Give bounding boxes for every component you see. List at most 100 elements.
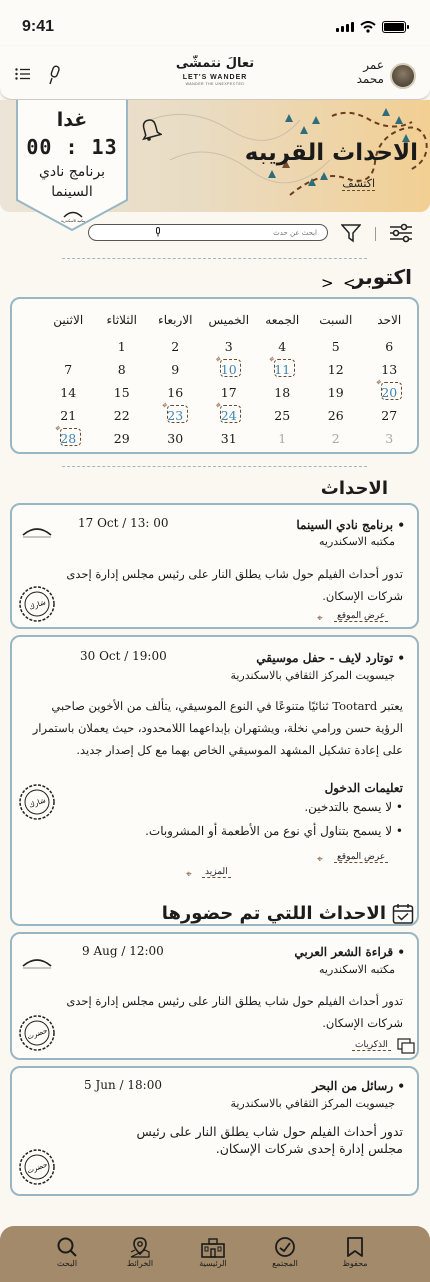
calendar-day[interactable]: 22: [95, 408, 149, 423]
calendar-week-row: 3 2 1 31 30 29 28 ⌖: [16, 424, 417, 446]
calendar-day[interactable]: 2: [149, 339, 203, 354]
event-day-marker: [380, 382, 402, 400]
month-prev-button[interactable]: <: [343, 274, 356, 292]
month-next-button[interactable]: >: [321, 274, 334, 292]
event-card[interactable]: برنامج نادي السينما مكتبه الاسكندريه 17 …: [10, 503, 419, 629]
sliders-icon[interactable]: [389, 223, 413, 243]
search-input[interactable]: [88, 224, 328, 241]
calendar-day[interactable]: 14: [42, 385, 96, 400]
calendar-day[interactable]: 2: [309, 431, 363, 446]
calendar-day[interactable]: 8: [95, 362, 149, 377]
event-date: 5 Jun / 18:00: [84, 1078, 162, 1092]
participate-stamp-icon[interactable]: شارك: [18, 783, 56, 821]
filter-icon[interactable]: [341, 223, 361, 243]
event-day-marker: [166, 405, 188, 423]
map-pin-icon: ⌖: [317, 613, 323, 624]
map-pin-icon: [130, 1237, 150, 1258]
calendar-day[interactable]: 3: [363, 431, 417, 446]
map-pin-icon: ⌖: [375, 378, 381, 388]
nav-maps[interactable]: الخرائط: [115, 1236, 165, 1268]
event-venue: جيسويت المركز الثقافي بالاسكندرية: [230, 669, 395, 682]
event-date: 30 Oct / 19:00: [80, 649, 167, 663]
calendar-day[interactable]: 18: [256, 385, 310, 400]
nav-label: المجتمع: [272, 1259, 298, 1268]
event-date: 17 Oct / 13: 00: [78, 516, 169, 530]
view-location-button[interactable]: عرض الموقع: [334, 611, 389, 622]
attended-stamp-icon: حضرت: [19, 1149, 55, 1185]
view-location-button[interactable]: عرض الموقع: [334, 852, 389, 863]
event-venue: مكتبه الاسكندريه: [319, 535, 395, 548]
calendar-day[interactable]: 20 ⌖: [363, 378, 417, 400]
calendar-day[interactable]: 31: [202, 431, 256, 446]
countdown-badge[interactable]: غدا 00 : 13 برنامج نادي السينما مكتبة ال…: [16, 100, 128, 232]
calendar-day[interactable]: 25: [256, 408, 310, 423]
attended-section-title: الاحداث اللتي تم حضورها: [161, 903, 386, 924]
attended-event-card[interactable]: رسائل من البحر جيسويت المركز الثقافي بال…: [10, 1066, 419, 1196]
nav-community[interactable]: المجتمع: [260, 1236, 310, 1268]
calendar-day[interactable]: 1: [95, 339, 149, 354]
event-date: 9 Aug / 12:00: [82, 944, 164, 958]
nav-search[interactable]: البحث: [42, 1236, 92, 1268]
calendar-day[interactable]: 27: [363, 408, 417, 423]
calendar-day[interactable]: 13: [363, 362, 417, 377]
calendar-day[interactable]: 12: [309, 362, 363, 377]
calendar-day[interactable]: 30: [149, 431, 203, 446]
calendar-day[interactable]: 10 ⌖: [202, 355, 256, 377]
event-title: رسائل من البحر: [312, 1079, 405, 1093]
memories-button[interactable]: الذكريات: [352, 1040, 391, 1051]
calendar-day[interactable]: 29: [95, 431, 149, 446]
nav-label: الرئيسية: [199, 1259, 227, 1268]
calendar-day[interactable]: 26: [309, 408, 363, 423]
menu-icon[interactable]: [15, 68, 30, 80]
map-pin-icon: ⌖: [268, 355, 274, 365]
calendar-day[interactable]: 21: [42, 408, 96, 423]
calendar-day[interactable]: 19: [309, 385, 363, 400]
attended-event-card[interactable]: قراءة الشعر العربي مكتبه الاسكندريه 9 Au…: [10, 932, 419, 1060]
search-mic-icon[interactable]: [155, 227, 161, 237]
map-pin-icon: ⌖: [186, 869, 192, 880]
photos-icon[interactable]: [397, 1038, 415, 1054]
calendar-day[interactable]: 9: [149, 362, 203, 377]
calendar-day[interactable]: 1: [256, 431, 310, 446]
weekday-label: السبت: [319, 313, 353, 327]
calendar-day[interactable]: 7: [42, 362, 96, 377]
event-card[interactable]: توتارد لايف - حفل موسيقي جيسويت المركز ا…: [10, 635, 419, 926]
calendar-check-icon: [392, 904, 414, 924]
entry-rules-title: تعليمات الدخول: [324, 781, 403, 795]
calendar-day[interactable]: 5: [309, 339, 363, 354]
countdown-event: برنامج نادي السينما: [38, 164, 106, 200]
calendar-week-row: 654321: [16, 339, 416, 354]
calendar-day[interactable]: 4: [256, 339, 310, 354]
more-button[interactable]: المزيد: [202, 867, 231, 878]
app-logo: تعالَ نتمشّى LET'S WANDER WANDER THE UNE…: [175, 56, 255, 86]
bell-icon[interactable]: [138, 116, 162, 142]
calendar-day[interactable]: 28 ⌖: [42, 424, 96, 446]
calendar-day[interactable]: 15: [95, 385, 149, 400]
calendar-day[interactable]: 16: [149, 385, 203, 400]
calendar-day[interactable]: 17: [202, 385, 256, 400]
calendar-week-row: 27 26 25 24 ⌖ 23 ⌖ 22 21: [16, 401, 417, 423]
entry-rule: لا يسمح بالتدخين.: [304, 800, 403, 814]
map-pin-icon: ⌖: [161, 401, 167, 411]
calendar: الاحد السبت الجمعه الخميس الاربعاء الثلا…: [10, 297, 419, 454]
calendar-day[interactable]: 23 ⌖: [149, 401, 203, 423]
microphone-icon[interactable]: [48, 65, 62, 85]
weekday-label: الجمعه: [265, 313, 300, 327]
calendar-day[interactable]: 3: [202, 339, 256, 354]
calendar-day[interactable]: 24 ⌖: [202, 401, 256, 423]
event-venue: جيسويت المركز الثقافي بالاسكندرية: [230, 1097, 395, 1110]
explore-button[interactable]: اكتشف: [342, 177, 375, 191]
nav-saved[interactable]: محفوظ: [330, 1236, 380, 1268]
calendar-day[interactable]: 6: [363, 339, 417, 354]
participate-stamp-icon[interactable]: شارك: [18, 585, 56, 623]
svg-text:شارك: شارك: [28, 796, 47, 809]
wifi-icon: [360, 21, 376, 33]
countdown-day: غدا: [56, 109, 88, 131]
avatar[interactable]: [390, 63, 416, 89]
calendar-day[interactable]: 11 ⌖: [256, 355, 310, 377]
nav-home[interactable]: الرئيسية: [188, 1236, 238, 1268]
battery-icon: [382, 21, 409, 33]
user-name[interactable]: عمر محمد: [357, 58, 384, 86]
event-day-marker: [59, 428, 81, 446]
bookmark-icon: [347, 1237, 363, 1257]
